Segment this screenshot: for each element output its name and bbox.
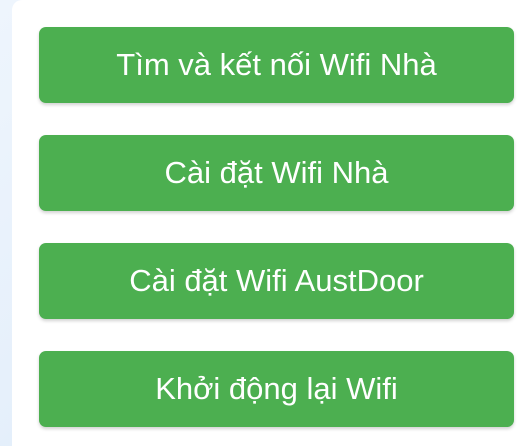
find-connect-home-wifi-label: Tìm và kết nối Wifi Nhà: [116, 47, 437, 82]
wifi-action-list: Tìm và kết nối Wifi Nhà Cài đặt Wifi Nhà…: [39, 27, 514, 427]
austdoor-wifi-settings-button[interactable]: Cài đặt Wifi AustDoor: [39, 243, 514, 319]
restart-wifi-label: Khởi động lại Wifi: [155, 371, 398, 406]
home-wifi-settings-button[interactable]: Cài đặt Wifi Nhà: [39, 135, 514, 211]
home-wifi-settings-label: Cài đặt Wifi Nhà: [164, 155, 389, 190]
restart-wifi-button[interactable]: Khởi động lại Wifi: [39, 351, 514, 427]
find-connect-home-wifi-button[interactable]: Tìm và kết nối Wifi Nhà: [39, 27, 514, 103]
austdoor-wifi-settings-label: Cài đặt Wifi AustDoor: [129, 263, 424, 298]
